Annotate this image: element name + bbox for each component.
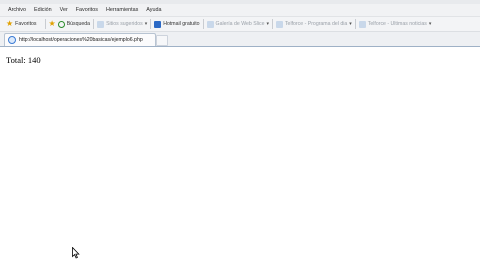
favorites-label: Favoritos <box>15 21 37 27</box>
fav-hotmail-label: Hotmail gratuito <box>163 21 200 27</box>
tab-bar: http://localhost/operaciones%20basicas/e… <box>0 32 480 47</box>
tab-active[interactable]: http://localhost/operaciones%20basicas/e… <box>4 33 156 46</box>
menu-archivo[interactable]: Archivo <box>0 4 30 16</box>
favorites-button[interactable]: ★ Favoritos <box>6 17 37 31</box>
fav-sitios-sugeridos[interactable]: Sitios sugeridos ▾ <box>97 17 147 31</box>
ie-page-icon <box>97 20 105 28</box>
menu-ver[interactable]: Ver <box>56 4 72 16</box>
fav-telforce-programa-label: Telforce - Programa del dia <box>284 21 348 27</box>
mouse-cursor-icon <box>72 247 80 259</box>
fav-hotmail[interactable]: Hotmail gratuito <box>154 17 200 31</box>
chevron-down-icon: ▾ <box>428 21 432 27</box>
ie-page-icon <box>206 20 214 28</box>
add-favorite-icon[interactable]: ★ <box>49 20 56 28</box>
fav-sitios-sugeridos-label: Sitios sugeridos <box>106 21 143 27</box>
chevron-down-icon: ▾ <box>266 21 269 27</box>
chevron-down-icon: ▾ <box>349 21 352 27</box>
menu-edicion[interactable]: Edición <box>30 4 56 16</box>
tab-label: http://localhost/operaciones%20basicas/e… <box>19 37 143 43</box>
page-content: Total: 140 <box>0 47 480 270</box>
fav-galeria-label: Galería de Web Slice <box>215 21 265 27</box>
separator <box>150 19 152 29</box>
menu-ayuda[interactable]: Ayuda <box>142 4 165 16</box>
browser-chrome: Archivo Edición Ver Favoritos Herramient… <box>0 0 480 47</box>
new-tab-button[interactable] <box>156 35 168 46</box>
separator <box>271 19 273 29</box>
menu-bar: Archivo Edición Ver Favoritos Herramient… <box>0 4 480 17</box>
separator <box>202 19 204 29</box>
ie-page-icon <box>358 20 366 28</box>
separator <box>93 19 95 29</box>
fav-galeria-web-slice[interactable]: Galería de Web Slice ▾ <box>206 17 269 31</box>
ie-page-icon <box>275 20 283 28</box>
separator <box>44 19 46 29</box>
fav-telforce-noticias-label: Telforce - Ultimas noticias <box>367 21 427 27</box>
separator <box>354 19 356 29</box>
fav-busqueda-label: Búsqueda <box>66 21 91 27</box>
chevron-down-icon: ▾ <box>144 21 148 27</box>
ie-page-icon <box>8 36 16 44</box>
fav-telforce-noticias[interactable]: Telforce - Ultimas noticias ▾ <box>358 17 432 31</box>
favorites-bar: ★ Favoritos ★ Búsqueda Sitios sugeridos … <box>0 17 480 32</box>
total-text: Total: 140 <box>6 55 41 65</box>
fav-telforce-programa[interactable]: Telforce - Programa del dia ▾ <box>275 17 352 31</box>
msn-icon <box>154 20 162 28</box>
menu-favoritos[interactable]: Favoritos <box>72 4 102 16</box>
magnifier-icon <box>57 20 65 28</box>
fav-busqueda[interactable]: Búsqueda <box>57 17 91 31</box>
star-icon: ★ <box>6 19 14 28</box>
menu-herramientas[interactable]: Herramientas <box>102 4 142 16</box>
